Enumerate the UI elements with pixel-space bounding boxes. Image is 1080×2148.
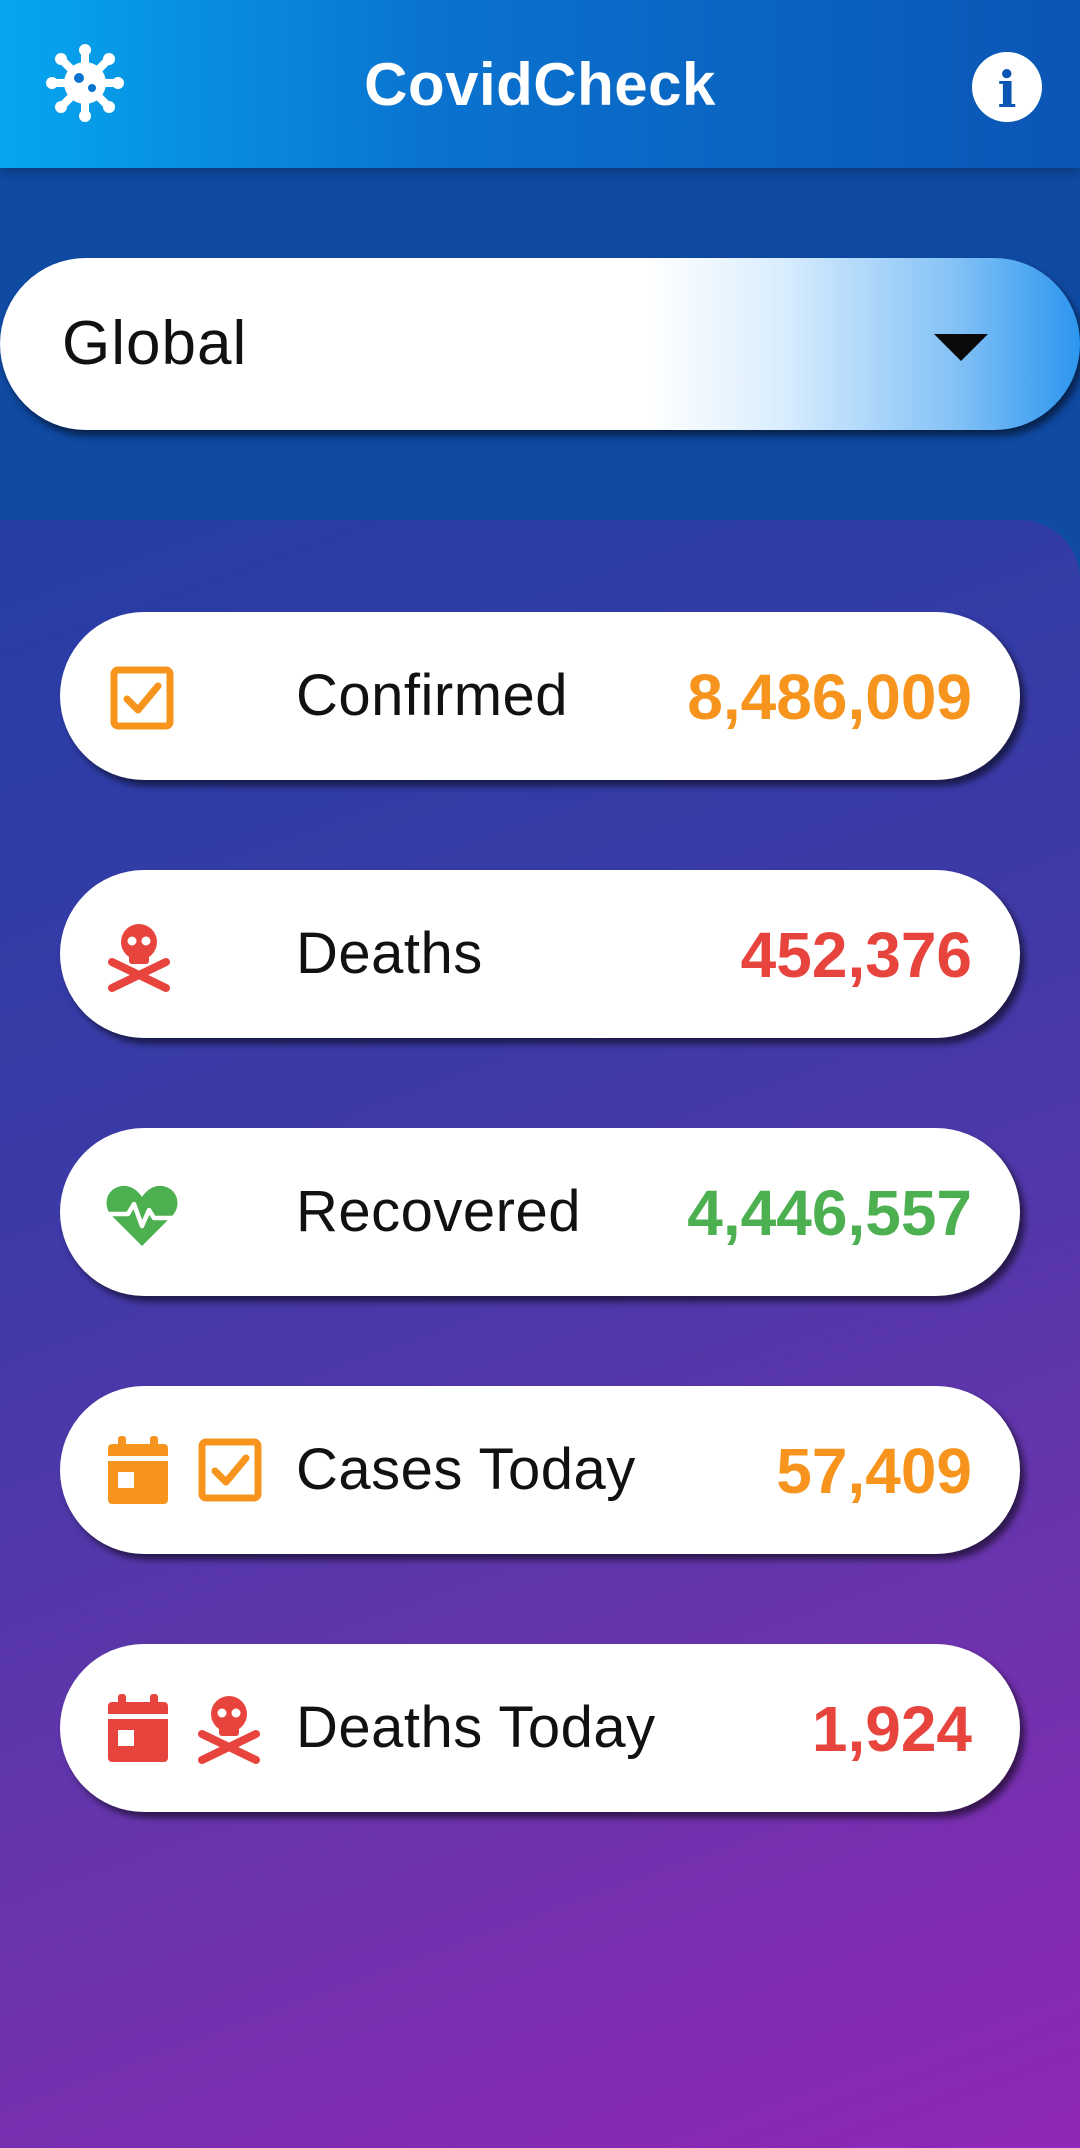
stat-value: 452,376 [740, 919, 972, 991]
stat-label: Deaths Today [296, 1695, 656, 1760]
info-glyph: i [997, 60, 1017, 119]
stat-card-recovered: Recovered 4,446,557 [60, 1128, 1020, 1296]
stat-value: 57,409 [776, 1435, 972, 1507]
stat-card-deaths: Deaths 452,376 [60, 870, 1020, 1038]
info-icon[interactable]: i [972, 52, 1042, 122]
calendar-icon [108, 1436, 168, 1504]
stat-card-deaths-today: Deaths Today 1,924 [60, 1644, 1020, 1812]
stat-card-cases-today: Cases Today 57,409 [60, 1386, 1020, 1554]
stat-label: Confirmed [296, 663, 569, 728]
stat-label: Deaths [296, 921, 483, 986]
stat-value: 4,446,557 [687, 1177, 972, 1249]
stat-card-confirmed: Confirmed 8,486,009 [60, 612, 1020, 780]
app-bar: CovidCheck i [0, 0, 1080, 168]
region-dropdown-value: Global [62, 309, 248, 378]
app-title: CovidCheck [364, 51, 716, 118]
stat-label: Recovered [296, 1179, 581, 1244]
calendar-icon [108, 1694, 168, 1762]
stat-label: Cases Today [296, 1437, 636, 1502]
stat-value: 1,924 [811, 1693, 972, 1765]
region-dropdown[interactable]: Global [0, 258, 1080, 430]
heartbeat-icon [106, 1185, 178, 1246]
checkbox-icon [110, 666, 174, 730]
skull-crossbones-icon [108, 924, 170, 992]
skull-crossbones-icon [198, 1696, 260, 1764]
stat-value: 8,486,009 [687, 661, 972, 733]
chevron-down-icon [934, 334, 988, 361]
checkbox-icon [198, 1438, 262, 1502]
